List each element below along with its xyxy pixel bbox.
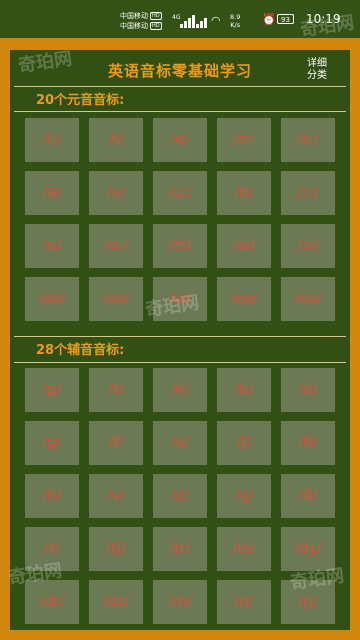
vowel-phonetic-button[interactable]: /ə/ — [25, 171, 79, 215]
consonant-phonetic-button[interactable]: /ts/ — [217, 527, 271, 571]
consonant-phonetic-button[interactable]: /f/ — [89, 421, 143, 465]
vowel-phonetic-button[interactable]: /aʊ/ — [25, 277, 79, 321]
detail-line-1: 详细 — [307, 58, 327, 69]
vowel-phonetic-button[interactable]: /ɒ/ — [25, 224, 79, 268]
hd-badge: HD — [150, 12, 162, 20]
vowel-phonetic-button[interactable]: /iə/ — [153, 277, 207, 321]
consonant-phonetic-button[interactable]: /p/ — [25, 368, 79, 412]
consonant-phonetic-button[interactable]: /m/ — [153, 580, 207, 624]
vowel-phonetic-button[interactable]: /e/ — [153, 118, 207, 162]
consonant-phonetic-button[interactable]: /dz/ — [89, 580, 143, 624]
vowel-phonetic-button[interactable]: /ei/ — [153, 224, 207, 268]
vowel-phonetic-button[interactable]: /ɑː/ — [89, 224, 143, 268]
carrier-2-label: 中国移动 — [120, 22, 148, 30]
carrier-2: 中国移动 HD — [120, 22, 162, 31]
consonant-phonetic-button[interactable]: /ʃ/ — [217, 421, 271, 465]
signal-icon — [180, 15, 207, 28]
alarm-icon: ⏰ — [262, 13, 276, 26]
consonant-grid: /p//t//k//b//d//g//f//s//ʃ//θ//h//v//z//… — [25, 368, 335, 624]
vowel-phonetic-button[interactable]: /ʊə/ — [281, 277, 335, 321]
consonant-phonetic-button[interactable]: /k/ — [153, 368, 207, 412]
consonant-phonetic-button[interactable]: /ŋ/ — [281, 580, 335, 624]
clock: 10:19 — [306, 12, 341, 26]
vowel-phonetic-button[interactable]: /i/ — [89, 118, 143, 162]
consonant-phonetic-button[interactable]: /n/ — [217, 580, 271, 624]
consonant-phonetic-button[interactable]: /ð/ — [281, 474, 335, 518]
consonant-phonetic-button[interactable]: /θ/ — [281, 421, 335, 465]
divider — [14, 111, 346, 112]
vowel-phonetic-button[interactable]: /æ/ — [217, 118, 271, 162]
consonant-phonetic-button[interactable]: /v/ — [89, 474, 143, 518]
consonant-phonetic-button[interactable]: /t/ — [89, 368, 143, 412]
carrier-1-label: 中国移动 — [120, 12, 148, 20]
divider — [14, 362, 346, 363]
hd-badge: HD — [150, 22, 162, 30]
consonant-phonetic-button[interactable]: /s/ — [153, 421, 207, 465]
carrier-1: 中国移动 HD — [120, 12, 162, 21]
app-title: 英语音标零基础学习 — [107, 62, 252, 80]
divider — [14, 86, 346, 87]
vowel-phonetic-button[interactable]: /əʊ/ — [89, 277, 143, 321]
consonant-phonetic-button[interactable]: /tr/ — [153, 527, 207, 571]
vowel-phonetic-button[interactable]: /ʊ/ — [217, 171, 271, 215]
detail-line-2: 分类 — [307, 70, 327, 81]
vowel-phonetic-button[interactable]: /ɜː/ — [281, 118, 335, 162]
consonant-phonetic-button[interactable]: /g/ — [25, 421, 79, 465]
consonant-phonetic-button[interactable]: /h/ — [25, 474, 79, 518]
vowels-section-title: 20个元音音标: — [36, 93, 125, 108]
wifi-icon: ◠ — [211, 14, 221, 27]
divider — [14, 336, 346, 337]
vowel-phonetic-button[interactable]: /ai/ — [217, 224, 271, 268]
detail-category-button[interactable]: 详细 分类 — [300, 58, 334, 82]
vowel-phonetic-button[interactable]: /ɔi/ — [281, 224, 335, 268]
vowel-phonetic-button[interactable]: /eə/ — [217, 277, 271, 321]
vowel-phonetic-button[interactable]: /ɔː/ — [281, 171, 335, 215]
battery-icon: 93 — [277, 14, 294, 24]
consonant-phonetic-button[interactable]: /dʒ/ — [281, 527, 335, 571]
consonant-phonetic-button[interactable]: /r/ — [25, 527, 79, 571]
consonant-phonetic-button[interactable]: /d/ — [281, 368, 335, 412]
vowel-grid: /iː//i//e//æ//ɜː/ /ə//ʌ//uː//ʊ//ɔː/ /ɒ//ɑː… — [25, 118, 335, 321]
vowel-phonetic-button[interactable]: /iː/ — [25, 118, 79, 162]
network-speed: 8.9 K/s — [230, 13, 240, 29]
vowel-phonetic-button[interactable]: /uː/ — [153, 171, 207, 215]
status-bar: 中国移动 HD 中国移动 HD 4G ◠ 8.9 K/s ⏰ 93 10:19 — [0, 0, 360, 38]
consonant-phonetic-button[interactable]: /dr/ — [25, 580, 79, 624]
consonant-phonetic-button[interactable]: /b/ — [217, 368, 271, 412]
speed-value: 8.9 — [230, 13, 241, 21]
speed-unit: K/s — [230, 21, 241, 29]
consonants-section-title: 28个辅音音标: — [36, 343, 125, 358]
consonant-phonetic-button[interactable]: /z/ — [153, 474, 207, 518]
consonant-phonetic-button[interactable]: /tʃ/ — [89, 527, 143, 571]
consonant-phonetic-button[interactable]: /ʒ/ — [217, 474, 271, 518]
vowel-phonetic-button[interactable]: /ʌ/ — [89, 171, 143, 215]
